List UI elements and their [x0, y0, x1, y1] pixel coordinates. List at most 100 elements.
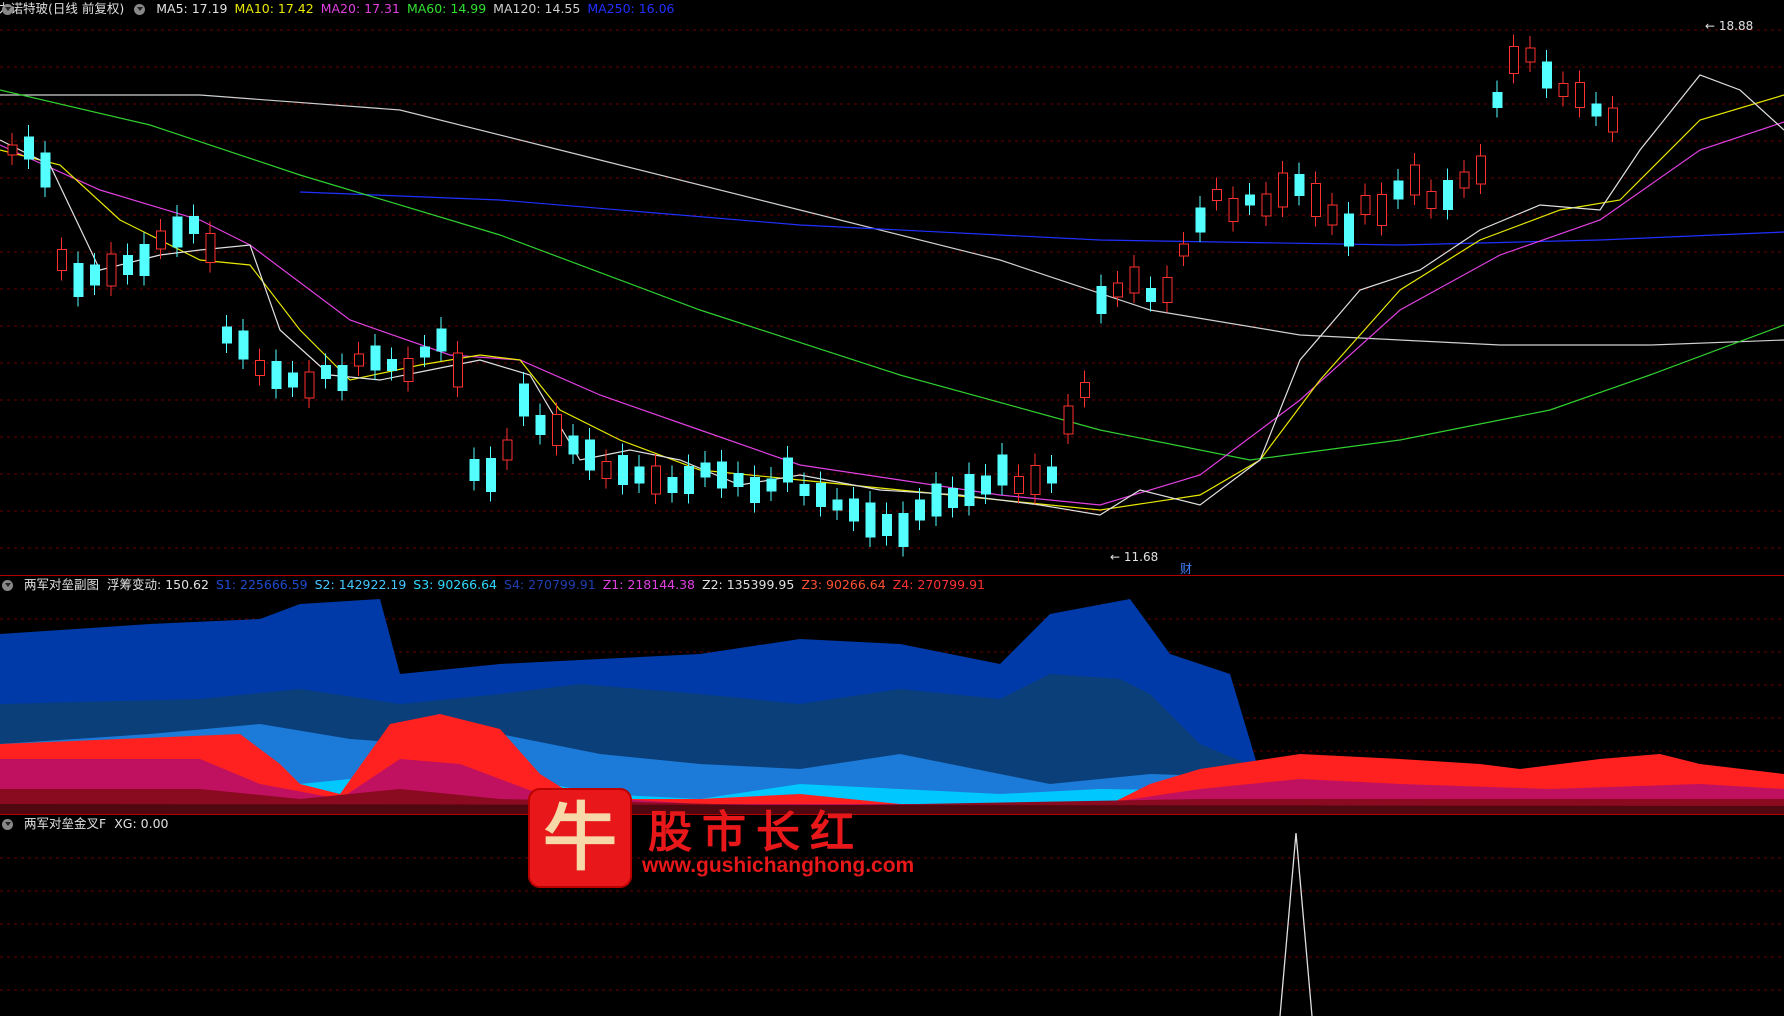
- sub1-legend-item: S3: 90266.64: [413, 577, 498, 592]
- candle-body: [403, 358, 414, 382]
- sub1-legend-item: Z2: 135399.95: [702, 577, 795, 592]
- sub1-legend-item: Z3: 90266.64: [801, 577, 886, 592]
- candle-body: [1377, 194, 1387, 226]
- sub1-legend-item: S2: 142922.19: [314, 577, 407, 592]
- candle-body: [354, 353, 364, 367]
- candle-body: [1195, 207, 1206, 233]
- main-legend: 力诺特玻(日线 前复权) MA5: 17.19 MA10: 17.42 MA20: …: [0, 0, 675, 18]
- candle-body: [40, 152, 51, 188]
- candle-body: [1410, 164, 1420, 196]
- candle-body: [981, 475, 991, 495]
- candle-body: [816, 483, 826, 507]
- sub1-menu-icon[interactable]: [2, 579, 13, 591]
- candle-body: [222, 326, 232, 344]
- main-chart-title: 力诺特玻(日线 前复权): [0, 1, 125, 16]
- candle-body: [733, 473, 744, 487]
- candle-body: [90, 264, 100, 286]
- sub2-menu-icon[interactable]: [2, 818, 13, 830]
- candle-body: [601, 461, 612, 479]
- candle-body: [1311, 183, 1321, 217]
- main-legend-item: MA120: 14.55: [493, 1, 581, 16]
- candle-body: [139, 244, 150, 276]
- candle-body: [1113, 282, 1123, 298]
- candle-body: [783, 457, 793, 483]
- candle-body: [1476, 155, 1486, 185]
- sub1-legend-item: 浮筹变动: 150.62: [107, 577, 209, 592]
- candle-body: [1608, 107, 1618, 133]
- candle-body: [750, 477, 760, 503]
- candle-body: [1492, 92, 1503, 108]
- bull-logo-icon: 牛: [530, 790, 630, 886]
- candle-body: [1096, 286, 1107, 314]
- candle-body: [684, 466, 694, 494]
- candle-body: [535, 415, 546, 435]
- candle-body: [420, 346, 430, 358]
- candle-body: [898, 513, 909, 547]
- candle-body: [453, 352, 463, 388]
- candle-body: [1591, 103, 1602, 117]
- candle-body: [1063, 405, 1074, 435]
- candle-body: [948, 488, 958, 508]
- candle-body: [1360, 195, 1371, 215]
- watermark-title: 股市长红: [648, 807, 864, 858]
- sub1-legend-item: S4: 270799.91: [504, 577, 596, 592]
- candle-body: [502, 439, 513, 461]
- candle-body: [1030, 465, 1041, 495]
- sub1-legend-item: S1: 225666.59: [215, 577, 308, 592]
- battle-area-chart[interactable]: [0, 594, 1784, 814]
- candle-body: [585, 439, 595, 471]
- candle-body: [1327, 204, 1338, 226]
- main-legend-item: MA60: 14.99: [406, 1, 487, 16]
- candle-body: [882, 514, 892, 536]
- candle-body: [238, 330, 249, 360]
- candle-body: [1575, 82, 1585, 108]
- sub1-legend: 两军对垒副图 浮筹变动: 150.62 S1: 225666.59 S2: 1429…: [0, 576, 985, 594]
- ma10-line: [0, 94, 1784, 511]
- candle-body: [1278, 172, 1288, 208]
- main-price-panel[interactable]: ← 18.88 ← 11.68 财: [0, 0, 1784, 574]
- candle-body: [189, 216, 199, 234]
- candle-body: [717, 461, 727, 489]
- candle-body: [24, 136, 34, 160]
- candle-body: [799, 484, 810, 496]
- main-legend-item: MA10: 17.42: [234, 1, 314, 16]
- candle-body: [832, 499, 843, 511]
- candlestick-chart[interactable]: ← 18.88 ← 11.68 财: [0, 0, 1784, 574]
- candle-body: [997, 454, 1008, 486]
- candle-body: [123, 255, 133, 275]
- candle-body: [1426, 191, 1437, 209]
- financial-report-marker: 财: [1180, 562, 1192, 574]
- sub2-legend-item: XG: 0.00: [114, 816, 169, 831]
- candle-body: [1443, 180, 1453, 210]
- main-legend-item: MA20: 17.31: [320, 1, 400, 16]
- candle-body: [667, 477, 678, 493]
- candle-body: [387, 359, 397, 371]
- candle-body: [1014, 476, 1024, 494]
- sub1-panel[interactable]: [0, 594, 1784, 814]
- site-watermark: 牛 股市长红 www.gushichanghong.com: [530, 790, 920, 890]
- candle-body: [931, 483, 942, 517]
- candle-body: [370, 345, 381, 371]
- candle-body: [1129, 266, 1140, 294]
- ma120-line: [0, 94, 1784, 346]
- candle-body: [1558, 83, 1569, 97]
- candle-body: [1212, 189, 1222, 201]
- candle-body: [436, 328, 447, 352]
- candle-body: [865, 502, 876, 538]
- candle-body: [7, 144, 18, 156]
- candle-body: [172, 216, 183, 248]
- candle-body: [1344, 213, 1354, 247]
- candle-body: [288, 372, 298, 388]
- settings-dropdown-icon[interactable]: [134, 3, 146, 15]
- panel-menu-icon[interactable]: [2, 3, 13, 15]
- candle-body: [1509, 46, 1519, 74]
- candle-body: [271, 361, 282, 389]
- candle-body: [337, 365, 348, 391]
- sub2-values: XG: 0.00: [114, 815, 168, 833]
- candle-body: [106, 253, 117, 287]
- candle-body: [964, 474, 975, 506]
- candle-body: [1393, 180, 1404, 200]
- candle-body: [205, 233, 216, 263]
- watermark-url: www.gushichanghong.com: [642, 854, 915, 877]
- candle-body: [552, 414, 562, 446]
